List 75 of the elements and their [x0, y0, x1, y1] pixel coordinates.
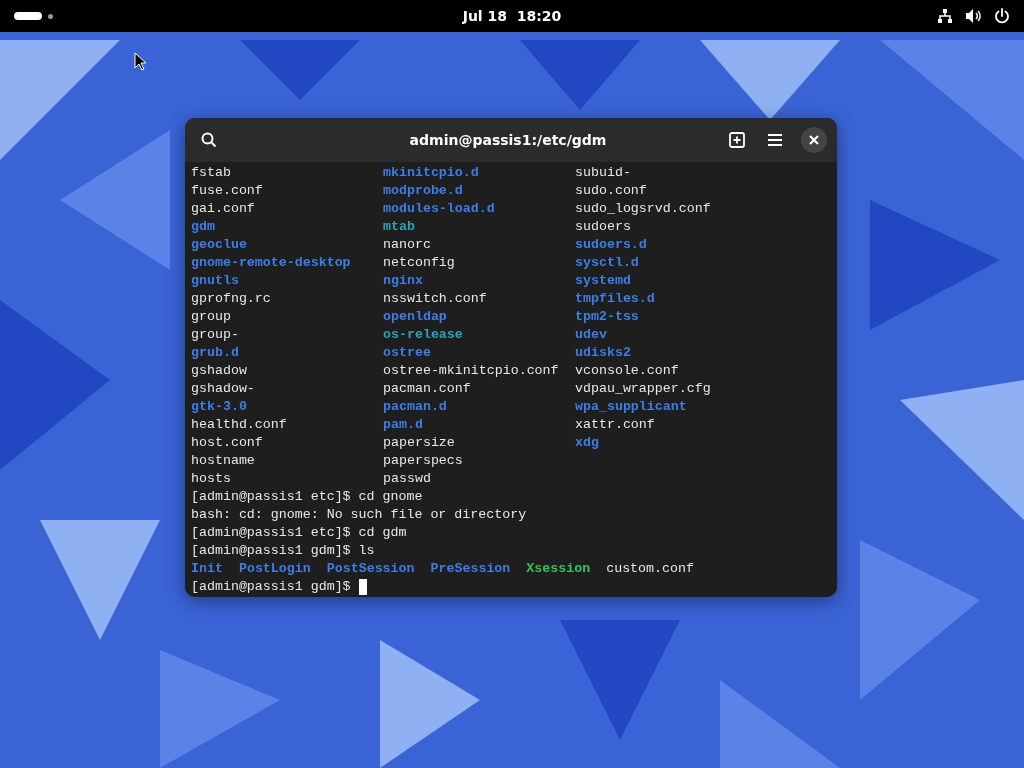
file-entry: mtab [383, 218, 415, 236]
file-entry: pacman.d [383, 398, 447, 416]
terminal-prompt: [admin@passis1 gdm]$ [191, 578, 351, 596]
window-title: admin@passis1:/etc/gdm [408, 132, 608, 148]
file-entry: nsswitch.conf [383, 290, 487, 308]
file-entry: hostname [191, 452, 255, 470]
search-icon [201, 132, 217, 148]
file-entry: vconsole.conf [575, 362, 679, 380]
power-icon[interactable] [994, 8, 1010, 24]
text-cursor [358, 579, 367, 595]
file-entry: systemd [575, 272, 631, 290]
file-entry: wpa_supplicant [575, 398, 687, 416]
file-entry: pam.d [383, 416, 423, 434]
file-entry: Init [191, 560, 223, 578]
file-entry: tmpfiles.d [575, 290, 655, 308]
file-entry: PostLogin [238, 560, 311, 578]
file-entry: hosts [191, 470, 231, 488]
file-entry: custom.conf [606, 560, 694, 578]
menu-icon [767, 133, 783, 147]
file-entry: xdg [575, 434, 599, 452]
close-icon [809, 135, 819, 145]
mouse-pointer-icon [134, 52, 146, 71]
file-entry: os-release [383, 326, 463, 344]
file-entry: gnome-remote-desktop [191, 254, 351, 272]
file-entry: udev [575, 326, 607, 344]
file-entry: gdm [191, 218, 215, 236]
file-entry: gnutls [191, 272, 239, 290]
file-entry: vdpau_wrapper.cfg [575, 380, 711, 398]
file-entry: modules-load.d [383, 200, 495, 218]
terminal-line: [admin@passis1 gdm]$ ls [191, 542, 375, 560]
file-entry: PostSession [326, 560, 415, 578]
file-entry: mkinitcpio.d [383, 164, 479, 182]
file-entry: Xsession [526, 560, 591, 578]
file-entry: PreSession [430, 560, 511, 578]
file-entry: subuid- [575, 164, 631, 182]
file-entry: sudoers.d [575, 236, 647, 254]
file-entry: papersize [383, 434, 455, 452]
file-entry: modprobe.d [383, 182, 463, 200]
file-entry: host.conf [191, 434, 263, 452]
file-entry: sudo_logsrvd.conf [575, 200, 711, 218]
file-entry: fuse.conf [191, 182, 263, 200]
file-entry: sysctl.d [575, 254, 639, 272]
file-entry: paperspecs [383, 452, 463, 470]
file-entry: passwd [383, 470, 431, 488]
file-entry: udisks2 [575, 344, 631, 362]
terminal-line: [admin@passis1 etc]$ cd gdm [191, 524, 407, 542]
file-entry: pacman.conf [383, 380, 471, 398]
file-entry: healthd.conf [191, 416, 287, 434]
terminal-line: bash: cd: gnome: No such file or directory [191, 506, 527, 524]
terminal-line: [admin@passis1 etc]$ cd gnome [191, 488, 423, 506]
file-entry: gprofng.rc [191, 290, 271, 308]
plus-square-icon [729, 132, 745, 148]
file-entry: gai.conf [191, 200, 255, 218]
network-icon[interactable] [937, 8, 953, 24]
file-entry: nginx [383, 272, 423, 290]
file-entry: ostree [383, 344, 431, 362]
file-entry: gtk-3.0 [191, 398, 247, 416]
file-entry: gshadow [191, 362, 247, 380]
file-entry: gshadow- [191, 380, 255, 398]
file-entry: tpm2-tss [575, 308, 639, 326]
file-entry: fstab [191, 164, 231, 182]
file-entry: group [191, 308, 231, 326]
file-entry: netconfig [383, 254, 455, 272]
file-entry: sudo.conf [575, 182, 647, 200]
close-button[interactable] [801, 127, 827, 153]
file-entry: group- [191, 326, 239, 344]
clock[interactable]: Jul 18 18:20 [462, 8, 562, 24]
file-entry: grub.d [191, 344, 239, 362]
volume-icon[interactable] [965, 8, 982, 24]
file-entry: xattr.conf [575, 416, 655, 434]
file-entry: openldap [383, 308, 447, 326]
file-entry: ostree-mkinitcpio.conf [383, 362, 559, 380]
file-entry: sudoers [575, 218, 631, 236]
file-entry: nanorc [383, 236, 431, 254]
file-entry: geoclue [191, 236, 247, 254]
